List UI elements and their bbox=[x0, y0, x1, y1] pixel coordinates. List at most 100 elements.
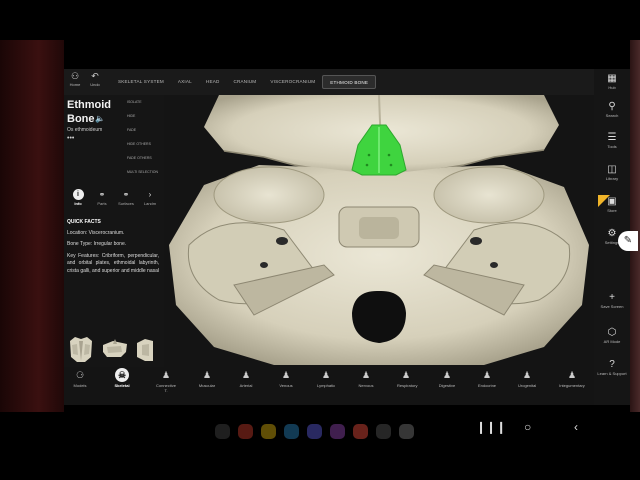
hide-button[interactable]: HIDE bbox=[127, 114, 161, 128]
tab-landmarks[interactable]: › Landm bbox=[139, 189, 161, 209]
undo-icon: ↶ bbox=[91, 71, 99, 81]
system-nervous-label: Nervous bbox=[358, 383, 374, 388]
endocrine-icon: ♟ bbox=[482, 370, 492, 380]
models-icon: ⚆ bbox=[75, 370, 85, 380]
landmarks-icon: › bbox=[148, 190, 152, 199]
save-screen-button[interactable]: + Save Screen bbox=[594, 292, 630, 309]
digestive-icon: ♟ bbox=[442, 370, 452, 380]
integumentary-icon: ♟ bbox=[567, 370, 577, 380]
system-skeletal-label: Skeletal bbox=[114, 383, 130, 388]
isolate-button[interactable]: ISOLATE bbox=[127, 100, 161, 114]
fact-key-features: Key Features: Cribriform, perpendicular,… bbox=[67, 252, 159, 274]
background-right bbox=[630, 40, 640, 412]
edge-panel-pen-icon[interactable]: ✎ bbox=[618, 231, 638, 251]
system-skeletal[interactable]: ☠ Skeletal bbox=[113, 368, 131, 388]
hub-button[interactable]: ▦ Hub bbox=[594, 73, 630, 90]
skull-base-model bbox=[169, 95, 589, 365]
hide-others-button[interactable]: HIDE OTHERS bbox=[127, 142, 161, 156]
navigation-bar: ❙❙❙ ○ ‹ bbox=[0, 414, 640, 442]
library-button[interactable]: ◫ Library bbox=[594, 164, 630, 181]
info-panel: Ethmoid Bone 🔈 Os ethmoideum ••• ISOLATE… bbox=[64, 95, 164, 405]
parts-icon: ⚭ bbox=[98, 190, 106, 199]
fade-button[interactable]: FADE bbox=[127, 128, 161, 142]
store-label: Store bbox=[607, 208, 617, 213]
system-lymphatic[interactable]: ♟ Lymphatic bbox=[317, 368, 335, 388]
library-icon: ◫ bbox=[607, 164, 617, 175]
device-frame: ⚇ Home ↶ Undo SKELETAL SYSTEM AXIAL HEAD… bbox=[0, 0, 640, 480]
arterial-icon: ♟ bbox=[241, 370, 251, 380]
tab-info[interactable]: i Info bbox=[67, 189, 89, 209]
learn-support-button[interactable]: ? Learn & Support bbox=[594, 359, 630, 376]
save-screen-label: Save Screen bbox=[600, 304, 624, 309]
tools-button[interactable]: ☰ Tools bbox=[594, 132, 630, 149]
system-lymphatic-label: Lymphatic bbox=[317, 383, 336, 388]
system-respiratory-label: Respiratory bbox=[397, 383, 418, 388]
breadcrumb-head[interactable]: HEAD bbox=[199, 75, 227, 89]
anatomy-app: ⚇ Home ↶ Undo SKELETAL SYSTEM AXIAL HEAD… bbox=[64, 69, 630, 405]
tab-info-label: Info bbox=[74, 201, 82, 206]
store-badge-icon bbox=[598, 195, 610, 207]
system-urogenital[interactable]: ♟ Urogenital bbox=[518, 368, 536, 388]
breadcrumb-axial[interactable]: AXIAL bbox=[171, 75, 199, 89]
undo-label: Undo bbox=[90, 82, 100, 87]
system-endocrine-label: Endocrine bbox=[478, 383, 497, 388]
system-digestive-label: Digestive bbox=[438, 383, 456, 388]
surfaces-icon: ⚭ bbox=[122, 190, 130, 199]
multi-selection-button[interactable]: MULTI SELECTION bbox=[127, 170, 161, 184]
pronounce-speaker-icon[interactable]: 🔈 bbox=[95, 114, 105, 123]
quick-facts: QUICK FACTS Location: Viscerocranium. Bo… bbox=[67, 219, 159, 280]
breadcrumb-ethmoid-bone[interactable]: ETHMOID BONE bbox=[322, 75, 377, 89]
lateral-view-image bbox=[103, 339, 127, 357]
lymphatic-icon: ♟ bbox=[321, 370, 331, 380]
tab-parts-label: Parts bbox=[97, 201, 107, 206]
ar-mode-label: AR Mode bbox=[603, 339, 621, 344]
system-muscular[interactable]: ♟ Muscular bbox=[198, 368, 216, 388]
learn-support-label: Learn & Support bbox=[597, 371, 627, 376]
model-viewport[interactable] bbox=[164, 95, 594, 367]
systems-list: ⚆ Models ☠ Skeletal ♟ Connective T. ♟ Mu… bbox=[0, 368, 630, 394]
system-arterial[interactable]: ♟ Arterial bbox=[237, 368, 255, 388]
ar-icon: ⬡ bbox=[607, 327, 617, 338]
quick-facts-heading: QUICK FACTS bbox=[67, 219, 101, 225]
urogenital-icon: ♟ bbox=[522, 370, 532, 380]
fact-bone-type: Bone Type: Irregular bone. bbox=[67, 241, 127, 248]
breadcrumb: SKELETAL SYSTEM AXIAL HEAD CRANIUM VISCE… bbox=[111, 75, 377, 89]
back-icon[interactable]: ‹ bbox=[574, 420, 578, 434]
ar-mode-button[interactable]: ⬡ AR Mode bbox=[594, 327, 630, 344]
fade-others-button[interactable]: FADE OTHERS bbox=[127, 156, 161, 170]
search-button[interactable]: ⚲ Search bbox=[594, 101, 630, 118]
system-integumentary-label: Integumentary bbox=[559, 383, 585, 388]
title-line-2: Bone bbox=[67, 113, 95, 125]
structure-title: Ethmoid Bone bbox=[67, 98, 117, 126]
top-toolbar: ⚇ Home ↶ Undo SKELETAL SYSTEM AXIAL HEAD… bbox=[64, 69, 630, 95]
search-label: Search bbox=[605, 113, 619, 118]
more-options-button[interactable]: ••• bbox=[67, 135, 74, 142]
system-nervous[interactable]: ♟ Nervous bbox=[357, 368, 375, 388]
home-button[interactable]: ⚇ Home bbox=[64, 71, 86, 87]
system-digestive[interactable]: ♟ Digestive bbox=[438, 368, 456, 388]
system-arterial-label: Arterial bbox=[239, 383, 253, 388]
system-connective[interactable]: ♟ Connective T. bbox=[155, 368, 177, 393]
tab-surfaces[interactable]: ⚭ Surfaces bbox=[115, 189, 137, 209]
system-muscular-label: Muscular bbox=[198, 383, 216, 388]
system-endocrine[interactable]: ♟ Endocrine bbox=[478, 368, 496, 388]
system-connective-label: Connective T. bbox=[155, 383, 176, 393]
system-models[interactable]: ⚆ Models bbox=[71, 368, 89, 388]
structure-actions: ISOLATE HIDE FADE HIDE OTHERS FADE OTHER… bbox=[127, 100, 161, 184]
home-nav-icon[interactable]: ○ bbox=[524, 420, 531, 434]
posterior-view-image bbox=[137, 339, 153, 361]
recents-icon[interactable]: ❙❙❙ bbox=[476, 420, 506, 434]
system-integumentary[interactable]: ♟ Integumentary bbox=[558, 368, 586, 388]
foramen-magnum bbox=[352, 290, 406, 343]
system-models-label: Models bbox=[73, 383, 87, 388]
system-respiratory[interactable]: ♟ Respiratory bbox=[397, 368, 418, 388]
system-venous[interactable]: ♟ Venous bbox=[277, 368, 295, 388]
hub-label: Hub bbox=[608, 85, 616, 90]
breadcrumb-viscerocranium[interactable]: VISCEROCRANIUM bbox=[263, 75, 322, 89]
muscular-icon: ♟ bbox=[202, 370, 212, 380]
undo-button[interactable]: ↶ Undo bbox=[84, 71, 106, 87]
fact-location: Location: Viscerocranium. bbox=[67, 229, 125, 236]
tab-parts[interactable]: ⚭ Parts bbox=[91, 189, 113, 209]
breadcrumb-skeletal-system[interactable]: SKELETAL SYSTEM bbox=[111, 75, 171, 89]
breadcrumb-cranium[interactable]: CRANIUM bbox=[227, 75, 264, 89]
